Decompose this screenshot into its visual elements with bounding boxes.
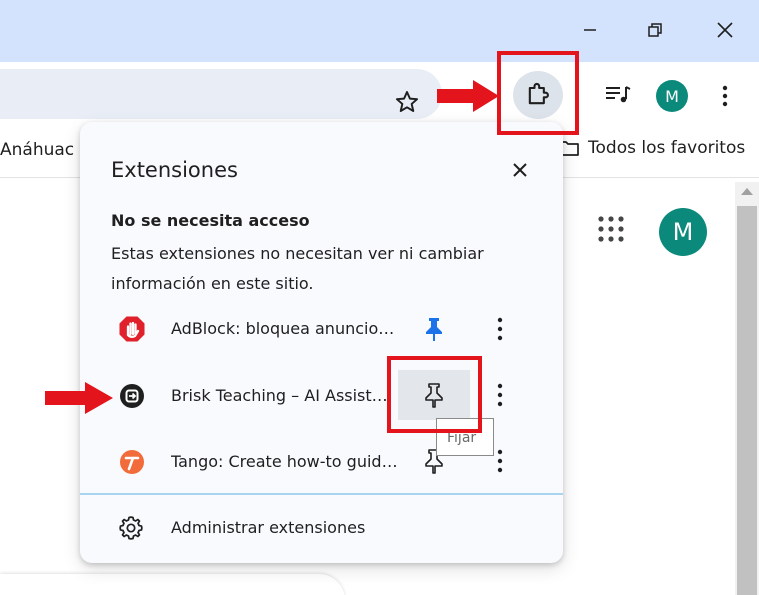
manage-extensions-label: Administrar extensiones [171, 518, 366, 537]
red-arrow-icon [437, 80, 499, 112]
brisk-icon [120, 384, 144, 408]
highlight-box [387, 356, 482, 433]
minimize-button[interactable] [567, 8, 613, 52]
extension-name: Tango: Create how-to guides with screens… [171, 452, 401, 471]
close-panel-icon[interactable] [506, 156, 534, 184]
scroll-up-arrow-icon[interactable] [741, 188, 753, 195]
highlight-box [497, 51, 579, 135]
bookmark-star-icon[interactable] [394, 89, 420, 115]
tango-icon [120, 450, 144, 474]
extension-menu-icon[interactable] [490, 314, 510, 344]
browser-menu-icon[interactable] [713, 82, 737, 110]
extension-menu-icon[interactable] [490, 380, 510, 410]
panel-title: Extensiones [111, 158, 238, 182]
extensions-panel: Extensiones No se necesita acceso Estas … [80, 122, 563, 563]
account-avatar[interactable]: M [659, 208, 707, 256]
panel-divider [80, 493, 563, 495]
pin-button[interactable] [398, 304, 470, 354]
gear-icon [119, 516, 143, 540]
scroll-thumb[interactable] [737, 206, 757, 595]
section-heading: No se necesita acceso [111, 211, 310, 230]
title-bar [0, 0, 759, 62]
restore-icon [648, 23, 662, 37]
all-bookmarks-label: Todos los favoritos [588, 138, 746, 158]
all-bookmarks-button[interactable]: Todos los favoritos [558, 138, 745, 158]
address-bar[interactable] [0, 69, 442, 119]
profile-avatar[interactable]: M [656, 80, 688, 112]
section-description: Estas extensiones no necesitan ver ni ca… [111, 244, 484, 293]
close-window-button[interactable] [702, 8, 748, 52]
page-card [0, 574, 345, 595]
apps-grid-icon[interactable] [597, 215, 625, 243]
pin-filled-icon [426, 318, 442, 341]
media-controls-icon[interactable] [604, 82, 632, 108]
red-arrow-icon [45, 382, 113, 414]
extension-name: Brisk Teaching – AI Assistant for Teache… [171, 386, 391, 405]
minimize-icon [584, 29, 596, 31]
browser-toolbar: M [0, 62, 759, 128]
restore-button[interactable] [632, 8, 678, 52]
extension-name: AdBlock: bloquea anuncios y ventanas eme… [171, 319, 401, 338]
extension-row-adblock[interactable]: AdBlock: bloquea anuncios y ventanas eme… [80, 297, 563, 361]
manage-extensions-button[interactable]: Administrar extensiones [80, 507, 563, 551]
scrollbar[interactable] [735, 182, 759, 595]
close-icon [717, 22, 733, 38]
adblock-icon [119, 316, 145, 342]
